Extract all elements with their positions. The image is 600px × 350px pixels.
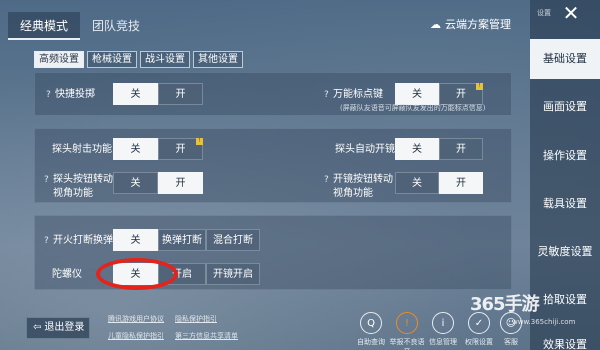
link-privacy[interactable]: 隐私保护指引: [175, 314, 217, 324]
quick-throw-on[interactable]: 开: [158, 83, 203, 105]
sidebar-item-pickup[interactable]: 拾取设置: [530, 291, 600, 307]
link-third-party[interactable]: 第三方信息共享清单: [175, 331, 238, 341]
peek-scope-on[interactable]: 开: [439, 138, 483, 160]
help-icon[interactable]: ?: [46, 89, 55, 102]
link-child-privacy[interactable]: 儿童隐私保护指引: [108, 331, 164, 341]
tab-classic-mode[interactable]: 经典模式: [8, 12, 80, 40]
logout-icon: ⇦: [33, 322, 42, 333]
universal-mark-off[interactable]: 关: [395, 83, 439, 105]
self-help-label: 自助查询: [357, 338, 385, 346]
gyro-label: 陀螺仪: [52, 269, 82, 280]
subtab-weapon[interactable]: 枪械设置: [87, 51, 137, 68]
universal-mark-on-label: 开: [456, 89, 466, 100]
scope-view-off[interactable]: 关: [395, 172, 439, 194]
sidebar-item-basic[interactable]: 基础设置: [530, 39, 600, 79]
quick-throw-toggle: 关 开: [113, 83, 203, 105]
universal-mark-label: ? 万能标点键: [324, 89, 383, 102]
peek-scope-toggle: 关 开: [395, 138, 483, 160]
sidebar-item-vehicle[interactable]: 载具设置: [530, 195, 600, 211]
quick-throw-label: ? 快捷投掷: [46, 89, 95, 102]
peek-fire-label: 探头射击功能: [52, 144, 112, 155]
subtab-combat[interactable]: 战斗设置: [140, 51, 190, 68]
logout-button[interactable]: ⇦ 退出登录: [26, 317, 90, 339]
watermark-url: www.365chiji.com: [512, 318, 576, 326]
self-help-icon[interactable]: Q: [360, 312, 382, 334]
watermark-logo: 365手游: [470, 294, 540, 315]
help-icon[interactable]: ?: [44, 235, 53, 248]
scope-view-toggle: 关 开: [395, 172, 483, 194]
peek-fire-on-label: 开: [175, 144, 186, 155]
sidebar-item-effects[interactable]: 效果设置: [530, 336, 600, 350]
fire-interrupt-label: ? 开火打断换弹: [44, 235, 113, 248]
peek-view-label: ? 探头按钮转动 视角功能: [44, 174, 113, 199]
settings-title: 设置: [537, 9, 551, 17]
peek-fire-toggle: 关 开 !: [113, 138, 203, 160]
badge-icon: !: [476, 83, 483, 90]
quick-throw-off[interactable]: 关: [113, 83, 158, 105]
highlight-circle: [96, 258, 178, 290]
peek-scope-label: 探头自动开镜: [335, 144, 395, 155]
peek-fire-off[interactable]: 关: [113, 138, 158, 160]
universal-mark-toggle: 关 开 !: [395, 83, 483, 105]
cloud-scheme-button[interactable]: ☁ 云端方案管理: [430, 14, 511, 36]
cloud-scheme-label: 云端方案管理: [445, 18, 511, 31]
peek-fire-on[interactable]: 开 !: [158, 138, 203, 160]
close-icon[interactable]: ✕: [560, 2, 582, 24]
sidebar-item-controls[interactable]: 操作设置: [530, 147, 600, 163]
sidebar-item-sensitivity[interactable]: 灵敏度设置: [530, 243, 600, 259]
peek-scope-off[interactable]: 关: [395, 138, 439, 160]
fire-interrupt-reload[interactable]: 换弹打断: [158, 229, 206, 251]
help-icon[interactable]: ?: [324, 89, 333, 102]
scope-view-on[interactable]: 开: [439, 172, 483, 194]
subtab-other[interactable]: 其他设置: [193, 51, 243, 68]
fire-interrupt-off[interactable]: 关: [113, 229, 158, 251]
universal-mark-note: (屏蔽队友语音可屏蔽队友发出的万能标点信息): [340, 104, 486, 112]
peek-view-on[interactable]: 开: [158, 172, 203, 194]
gyro-scope-on[interactable]: 开镜开启: [206, 263, 260, 285]
peek-view-off[interactable]: 关: [113, 172, 158, 194]
report-icon[interactable]: !: [396, 312, 418, 334]
logout-label: 退出登录: [44, 322, 85, 333]
service-label: 客服: [504, 338, 518, 346]
info-manage-label: 信息管理: [429, 338, 457, 346]
link-user-agreement[interactable]: 腾讯游戏用户协议: [108, 314, 164, 324]
info-manage-icon[interactable]: i: [432, 312, 454, 334]
badge-icon: !: [196, 138, 203, 145]
help-icon[interactable]: ?: [324, 174, 333, 187]
settings-sub-tabs: 高频设置 枪械设置 战斗设置 其他设置: [34, 51, 243, 68]
cloud-icon: ☁: [430, 18, 441, 31]
subtab-high-freq[interactable]: 高频设置: [34, 51, 84, 68]
scope-view-label: ? 开镜按钮转动 视角功能: [324, 174, 393, 199]
universal-mark-on[interactable]: 开 !: [439, 83, 483, 105]
report-label: 举报不良语音: [389, 338, 425, 350]
help-icon[interactable]: ?: [44, 174, 53, 187]
sidebar-item-graphics[interactable]: 画面设置: [530, 98, 600, 114]
fire-interrupt-mixed[interactable]: 混合打断: [206, 229, 260, 251]
tab-team-mode[interactable]: 团队竞技: [84, 12, 148, 40]
fire-interrupt-selector: 关 换弹打断 混合打断: [113, 229, 260, 251]
peek-view-toggle: 关 开: [113, 172, 203, 194]
